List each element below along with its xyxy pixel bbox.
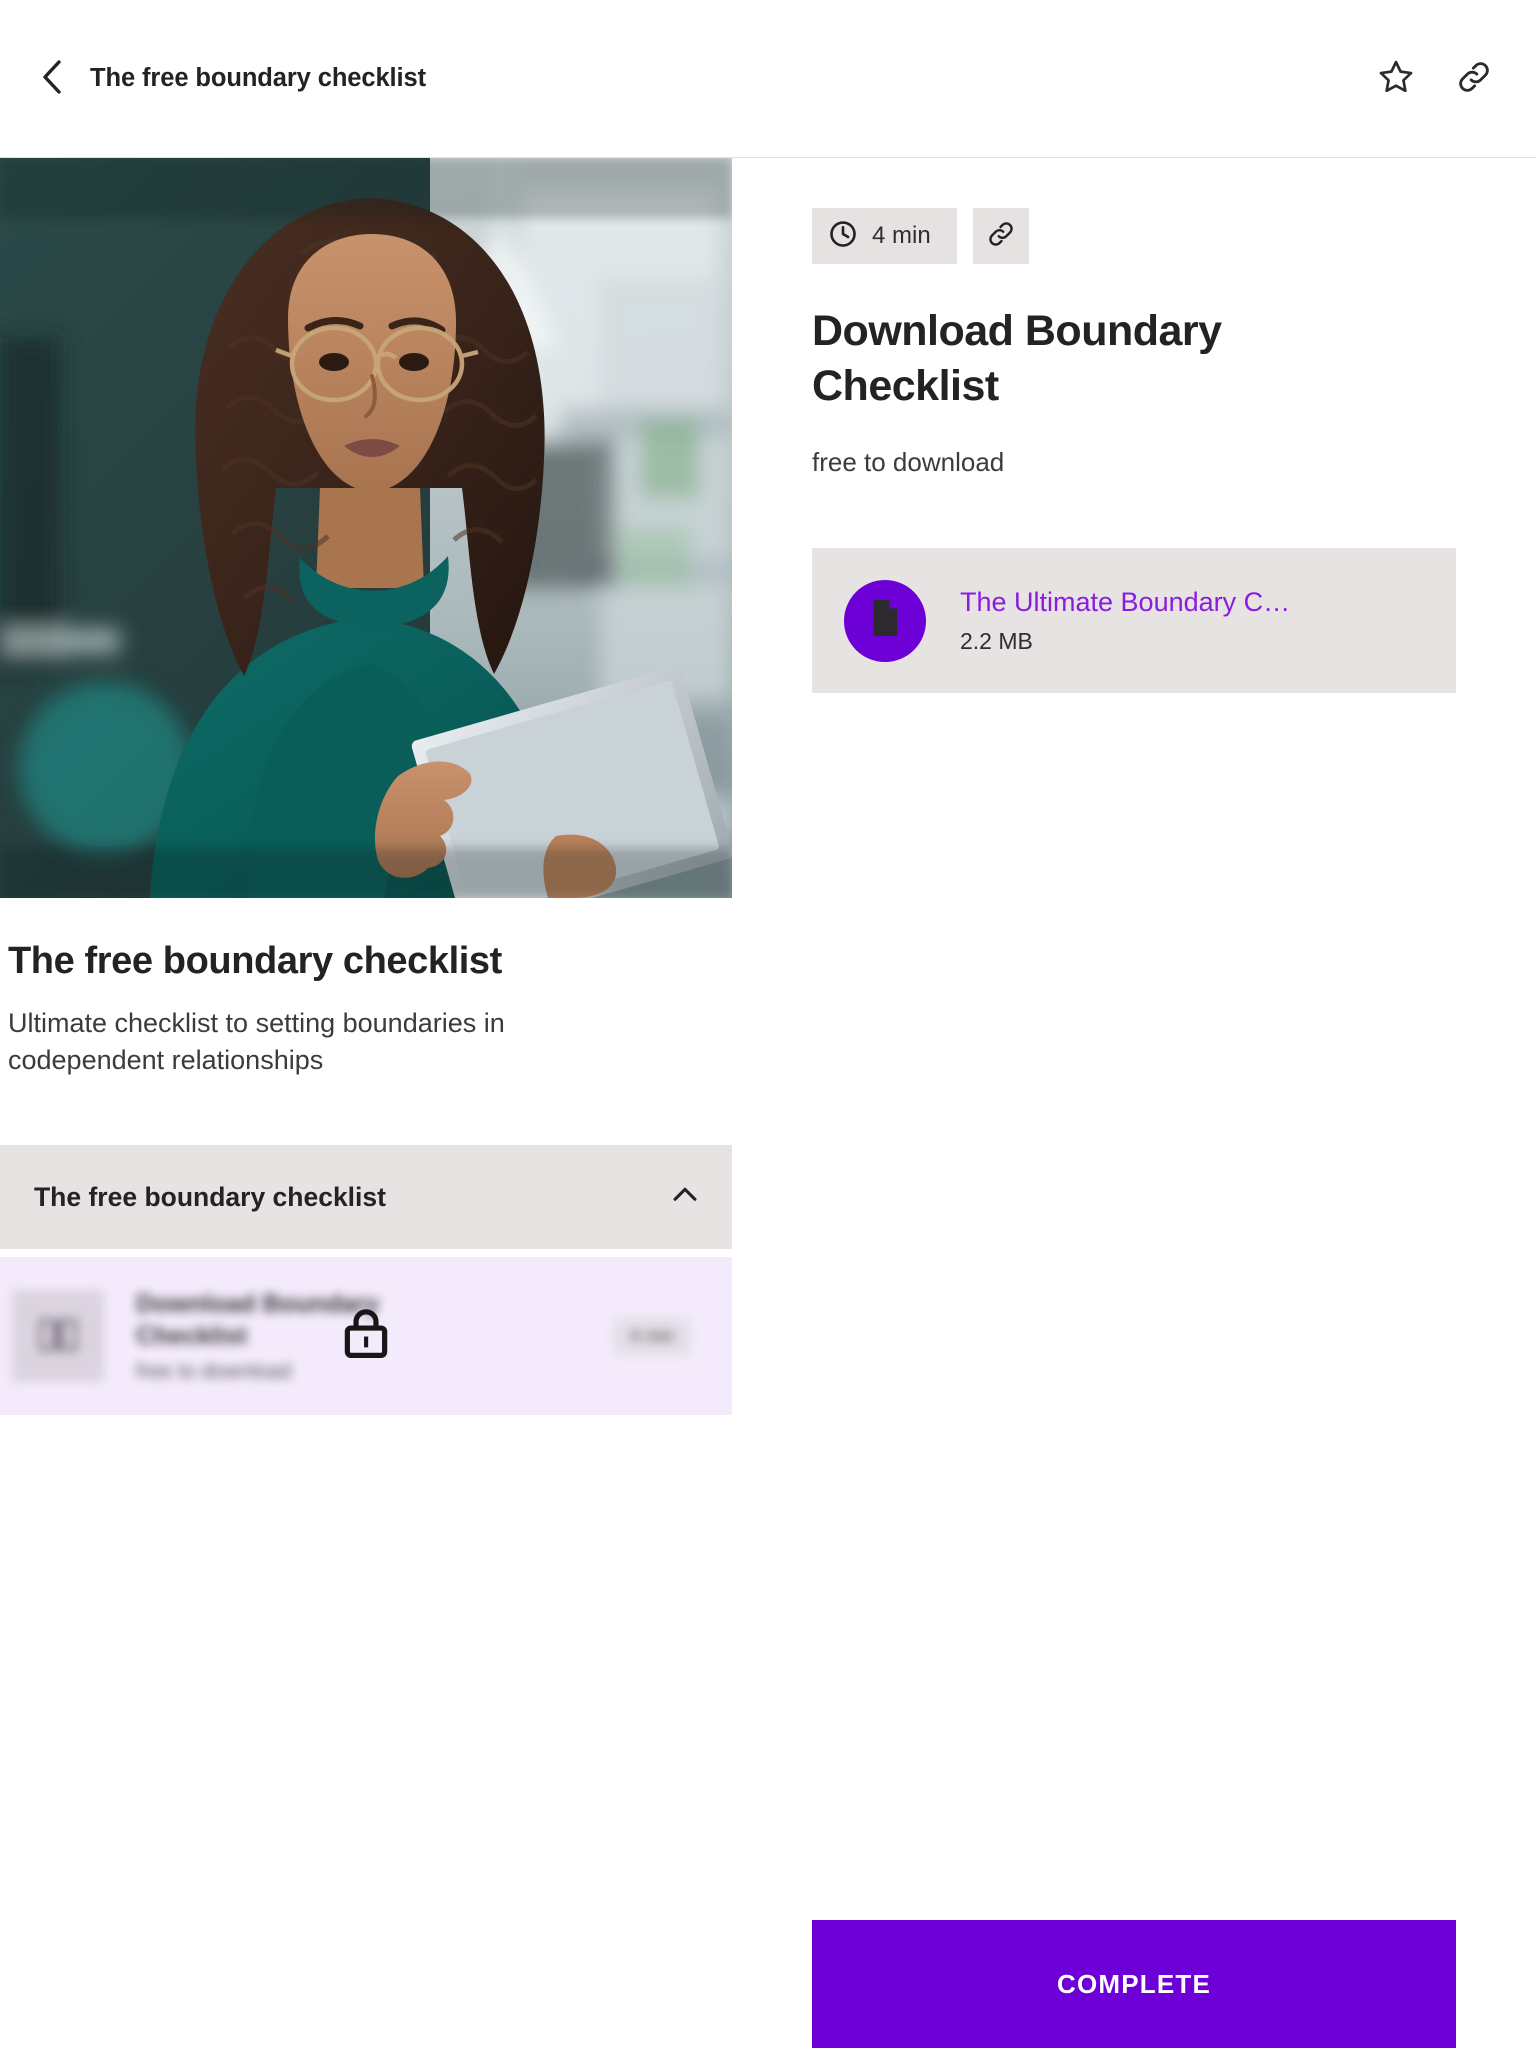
favorite-button[interactable] <box>1376 59 1416 99</box>
left-text-block: The free boundary checklist Ultimate che… <box>0 940 732 1079</box>
right-content: 4 min Download Boundary Checklist free t… <box>812 158 1456 694</box>
page-title: The free boundary checklist <box>90 64 426 92</box>
top-bar-left: The free boundary checklist <box>34 56 1376 102</box>
complete-button[interactable]: COMPLETE <box>812 1920 1456 2048</box>
lesson-thumbnail <box>12 1290 104 1383</box>
clock-icon <box>828 219 858 254</box>
top-bar: The free boundary checklist <box>0 0 1536 158</box>
chevron-up-icon <box>668 1178 702 1217</box>
hero-image <box>0 158 732 898</box>
link-icon <box>986 219 1016 254</box>
lesson-title: The free boundary checklist <box>8 940 502 982</box>
attachment-badge <box>844 579 926 662</box>
content-area: The free boundary checklist Ultimate che… <box>0 158 1536 2048</box>
right-column: 4 min Download Boundary Checklist free t… <box>732 158 1536 2048</box>
list-item[interactable]: Download Boundary Checklist free to down… <box>0 1257 732 1416</box>
back-button[interactable] <box>34 56 68 102</box>
attachment-name[interactable]: The Ultimate Boundary C… <box>960 587 1290 618</box>
duration-label: 4 min <box>872 222 931 249</box>
attachment-card[interactable]: The Ultimate Boundary C… 2.2 MB <box>812 548 1456 694</box>
accordion-section-header[interactable]: The free boundary checklist <box>0 1145 732 1250</box>
duration-chip: 4 min <box>812 208 957 264</box>
content-share-button[interactable] <box>972 208 1029 264</box>
curriculum-accordion: The free boundary checklist Download Bou… <box>0 1145 732 1416</box>
attachment-meta: The Ultimate Boundary C… 2.2 MB <box>960 587 1290 655</box>
star-outline-icon <box>1377 58 1415 99</box>
locked-lesson-title: Download Boundary Checklist <box>136 1290 380 1351</box>
lesson-page: The free boundary checklist The free bou… <box>0 0 1536 2048</box>
locked-lesson-duration: 4 min <box>613 1317 690 1355</box>
book-icon <box>35 1311 81 1362</box>
lock-icon <box>340 1305 392 1368</box>
lesson-description: Ultimate checklist to setting boundaries… <box>8 1007 505 1075</box>
document-icon <box>866 597 904 644</box>
accordion-section-label: The free boundary checklist <box>34 1181 386 1212</box>
attachment-size: 2.2 MB <box>960 627 1033 654</box>
share-link-button[interactable] <box>1454 59 1494 99</box>
link-icon <box>1455 58 1493 99</box>
chevron-left-icon <box>40 59 62 98</box>
content-title: Download Boundary Checklist <box>812 307 1222 410</box>
left-column: The free boundary checklist Ultimate che… <box>0 158 732 2048</box>
content-subtitle: free to download <box>812 447 1005 478</box>
top-bar-actions <box>1376 59 1494 99</box>
meta-chip-row: 4 min <box>812 208 1456 264</box>
